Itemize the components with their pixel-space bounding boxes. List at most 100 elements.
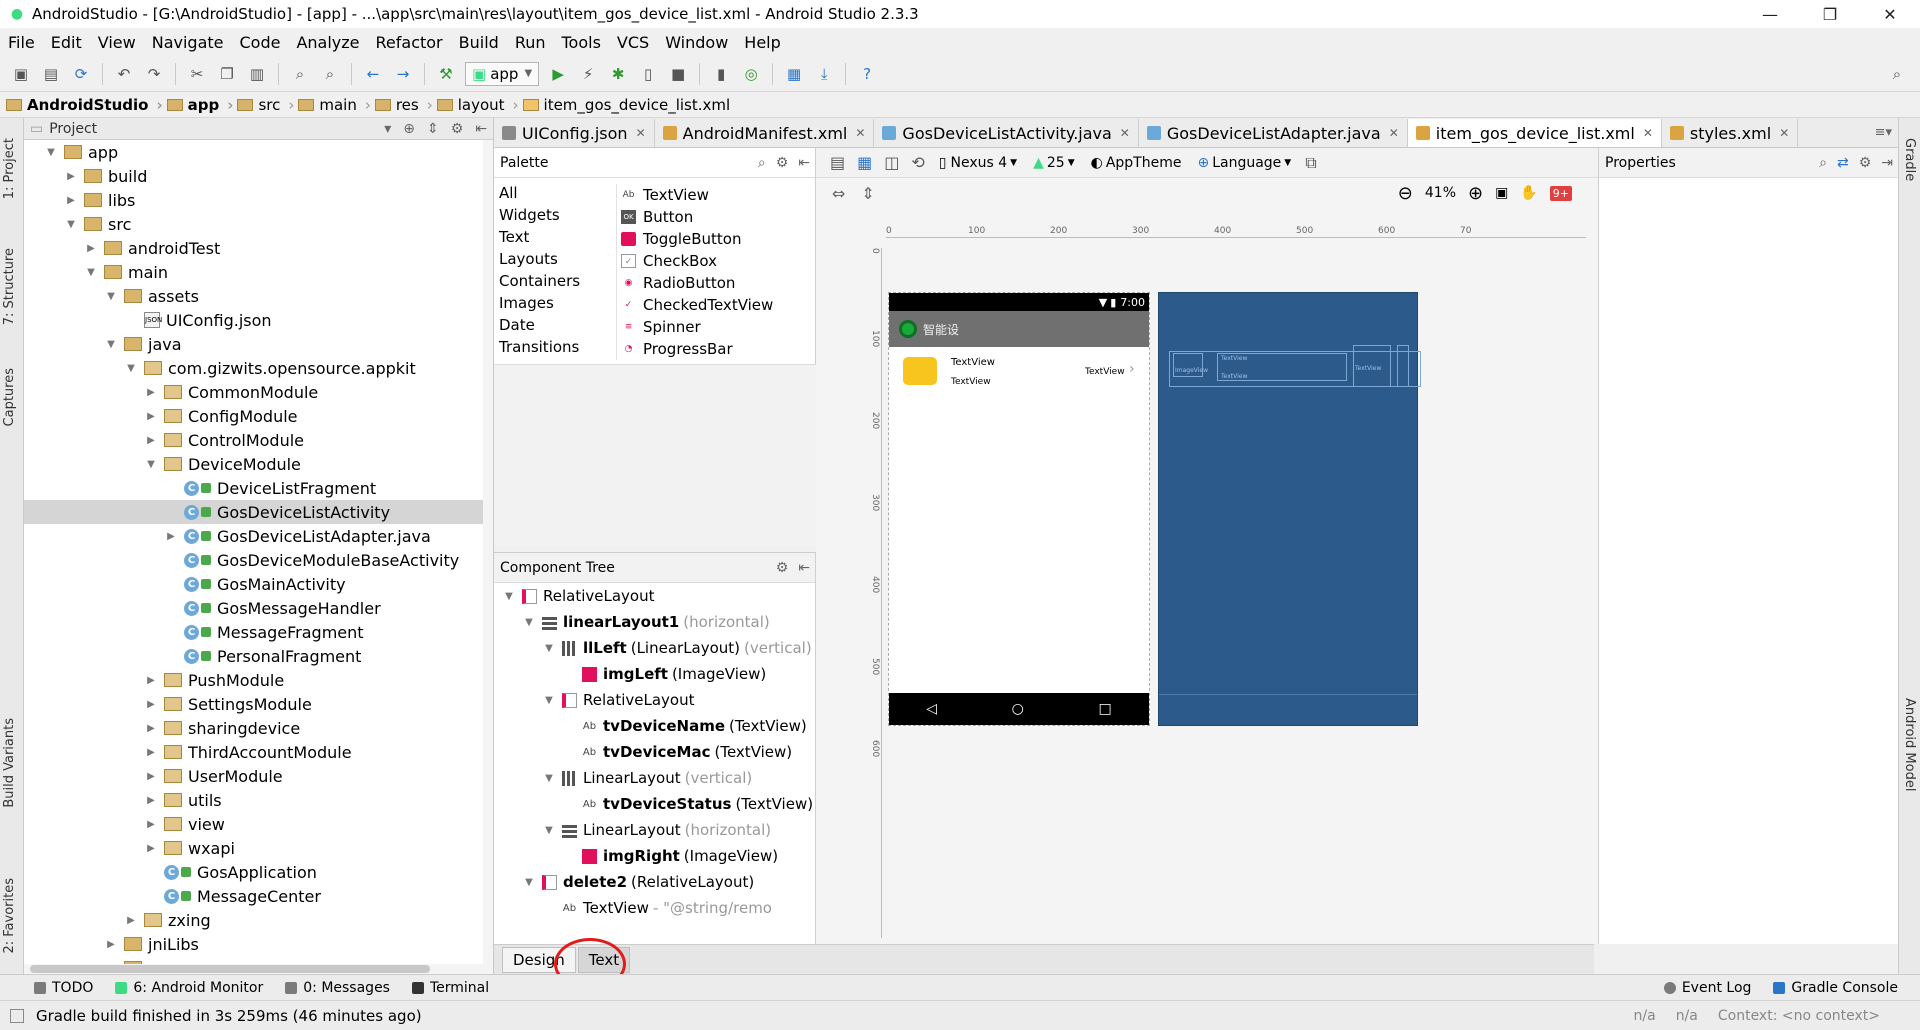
menu-navigate[interactable]: Navigate bbox=[144, 33, 232, 52]
breadcrumb-item[interactable]: AndroidStudio › bbox=[6, 96, 163, 114]
project-tree-item[interactable]: ▶ ControlModule bbox=[24, 428, 493, 452]
close-icon[interactable]: ✕ bbox=[1643, 126, 1653, 140]
editor-tab[interactable]: item_gos_device_list.xml ✕ bbox=[1407, 119, 1662, 147]
project-tree-item[interactable]: C GosApplication bbox=[24, 860, 493, 884]
project-tree-item[interactable]: ▼ assets bbox=[24, 284, 493, 308]
breadcrumb-item[interactable]: src › bbox=[237, 96, 294, 114]
component-tree-item[interactable]: ▼ RelativeLayout bbox=[494, 687, 815, 713]
palette-category[interactable]: Images bbox=[494, 294, 606, 316]
chevron-down-icon[interactable]: ▼ bbox=[542, 643, 556, 654]
palette-category[interactable]: Date bbox=[494, 316, 606, 338]
project-tree-item[interactable]: ▼ app bbox=[24, 140, 493, 164]
chevron-right-icon[interactable]: ▶ bbox=[144, 771, 158, 782]
hide-panel-icon[interactable]: ⇥ bbox=[1881, 155, 1893, 171]
project-tree-item[interactable]: ▶ libs bbox=[24, 188, 493, 212]
margins-icon[interactable]: ⇕ bbox=[861, 184, 874, 203]
gear-icon[interactable]: ⚙ bbox=[776, 560, 789, 576]
blueprint-view-icon[interactable]: ▦ bbox=[857, 153, 872, 172]
palette-category[interactable]: Text bbox=[494, 228, 606, 250]
terminal-tool-button[interactable]: Terminal bbox=[411, 980, 489, 996]
close-button[interactable]: ✕ bbox=[1860, 5, 1920, 24]
android-monitor-tool-button[interactable]: 6: Android Monitor bbox=[115, 980, 263, 996]
search-icon[interactable]: ⌕ bbox=[1819, 155, 1827, 171]
palette-item[interactable]: ToggleButton bbox=[617, 228, 816, 250]
status-context[interactable]: Context: <no context> bbox=[1718, 1008, 1880, 1024]
component-tree-item[interactable]: Ab TextView - "@string/remo bbox=[494, 895, 815, 921]
close-icon[interactable]: ✕ bbox=[855, 126, 865, 140]
chevron-right-icon[interactable]: ▶ bbox=[144, 747, 158, 758]
palette-item[interactable]: ✓ CheckBox bbox=[617, 250, 816, 272]
project-structure-icon[interactable]: ▦ bbox=[781, 61, 807, 87]
chevron-down-icon[interactable]: ▼ bbox=[64, 219, 78, 230]
project-tree-item[interactable]: ▶ UserModule bbox=[24, 764, 493, 788]
project-tree-item[interactable]: ▶ C GosDeviceListAdapter.java bbox=[24, 524, 493, 548]
minimize-button[interactable]: — bbox=[1740, 5, 1800, 24]
run-config-select[interactable]: ▣ app ▼ bbox=[465, 61, 540, 86]
editor-tab[interactable]: GosDeviceListAdapter.java ✕ bbox=[1139, 119, 1408, 147]
project-tree-item[interactable]: ▶ PushModule bbox=[24, 668, 493, 692]
scroll-thumb[interactable] bbox=[30, 965, 430, 973]
close-icon[interactable]: ✕ bbox=[1779, 126, 1789, 140]
breadcrumb-item[interactable]: main › bbox=[298, 96, 371, 114]
avd-manager-icon[interactable]: ▮ bbox=[708, 61, 734, 87]
palette-category[interactable]: All bbox=[494, 184, 606, 206]
make-project-icon[interactable]: ⚒ bbox=[433, 61, 459, 87]
chevron-right-icon[interactable]: ▶ bbox=[144, 723, 158, 734]
project-tree-item[interactable]: ▶ ThirdAccountModule bbox=[24, 740, 493, 764]
chevron-right-icon[interactable]: ▶ bbox=[84, 243, 98, 254]
collapse-all-icon[interactable]: ⇕ bbox=[427, 121, 439, 137]
palette-item[interactable]: ✓ CheckedTextView bbox=[617, 294, 816, 316]
gradle-tool-tab[interactable]: Gradle bbox=[1902, 138, 1917, 181]
warnings-badge[interactable]: 9+ bbox=[1549, 185, 1572, 201]
editor-tab[interactable]: AndroidManifest.xml ✕ bbox=[655, 119, 875, 147]
menu-edit[interactable]: Edit bbox=[43, 33, 90, 52]
android-model-tool-tab[interactable]: Android Model bbox=[1902, 698, 1917, 791]
chevron-down-icon[interactable]: ▼ bbox=[124, 363, 138, 374]
toggle-view-icon[interactable]: ⇄ bbox=[1837, 155, 1849, 171]
chevron-down-icon[interactable]: ▼ bbox=[542, 825, 556, 836]
palette-category[interactable]: Widgets bbox=[494, 206, 606, 228]
tool-windows-toggle-icon[interactable] bbox=[10, 1008, 24, 1023]
chevron-right-icon[interactable]: ▶ bbox=[144, 819, 158, 830]
palette-category[interactable]: Layouts bbox=[494, 250, 606, 272]
project-scrollbar-horizontal[interactable] bbox=[24, 964, 484, 974]
structure-tool-tab[interactable]: 7: Structure bbox=[2, 248, 17, 325]
stop-icon[interactable]: ■ bbox=[665, 61, 691, 87]
hide-panel-icon[interactable]: ⇤ bbox=[798, 560, 810, 576]
editor-tab[interactable]: GosDeviceListActivity.java ✕ bbox=[874, 119, 1139, 147]
palette-category[interactable]: Transitions bbox=[494, 338, 606, 360]
chevron-right-icon[interactable]: ▶ bbox=[64, 195, 78, 206]
project-tree-item[interactable]: ▶ zxing bbox=[24, 908, 493, 932]
pan-icon[interactable]: ✋ bbox=[1520, 185, 1537, 201]
chevron-down-icon[interactable]: ▼ bbox=[44, 147, 58, 158]
theme-select[interactable]: ◐ AppTheme bbox=[1091, 155, 1182, 171]
palette-item[interactable]: ◔ ProgressBar bbox=[617, 338, 816, 360]
event-log-tool-button[interactable]: Event Log bbox=[1663, 980, 1751, 996]
undo-icon[interactable]: ↶ bbox=[111, 61, 137, 87]
project-tree-item[interactable]: ▶ view bbox=[24, 812, 493, 836]
component-tree-item[interactable]: ▼ llLeft (LinearLayout) (vertical) bbox=[494, 635, 815, 661]
menu-build[interactable]: Build bbox=[451, 33, 507, 52]
scroll-from-source-icon[interactable]: ⊕ bbox=[403, 121, 415, 137]
chevron-right-icon[interactable]: ▶ bbox=[144, 387, 158, 398]
project-tree-item[interactable]: ▶ jniLibs bbox=[24, 932, 493, 956]
project-tree-item[interactable]: ▶ utils bbox=[24, 788, 493, 812]
zoom-fit-icon[interactable]: ▣ bbox=[1495, 185, 1508, 201]
breadcrumb-item[interactable]: app › bbox=[166, 96, 233, 114]
both-view-icon[interactable]: ◫ bbox=[884, 153, 899, 172]
project-scrollbar-vertical[interactable] bbox=[483, 140, 493, 974]
menu-code[interactable]: Code bbox=[232, 33, 289, 52]
component-tree-item[interactable]: Ab tvDeviceMac (TextView) bbox=[494, 739, 815, 765]
project-tree-item[interactable]: ▼ DeviceModule bbox=[24, 452, 493, 476]
find-icon[interactable]: ⌕ bbox=[287, 61, 313, 87]
gear-icon[interactable]: ⚙ bbox=[451, 121, 464, 137]
menu-analyze[interactable]: Analyze bbox=[288, 33, 367, 52]
attach-debugger-icon[interactable]: ▯ bbox=[635, 61, 661, 87]
chevron-right-icon[interactable]: ▶ bbox=[144, 795, 158, 806]
editor-tab[interactable]: styles.xml ✕ bbox=[1662, 119, 1799, 147]
palette-item[interactable]: ≡ Spinner bbox=[617, 316, 816, 338]
component-tree-item[interactable]: ▼ linearLayout1 (horizontal) bbox=[494, 609, 815, 635]
chevron-down-icon[interactable]: ▼ bbox=[522, 617, 536, 628]
chevron-right-icon[interactable]: ▶ bbox=[104, 939, 118, 950]
close-icon[interactable]: ✕ bbox=[1389, 126, 1399, 140]
